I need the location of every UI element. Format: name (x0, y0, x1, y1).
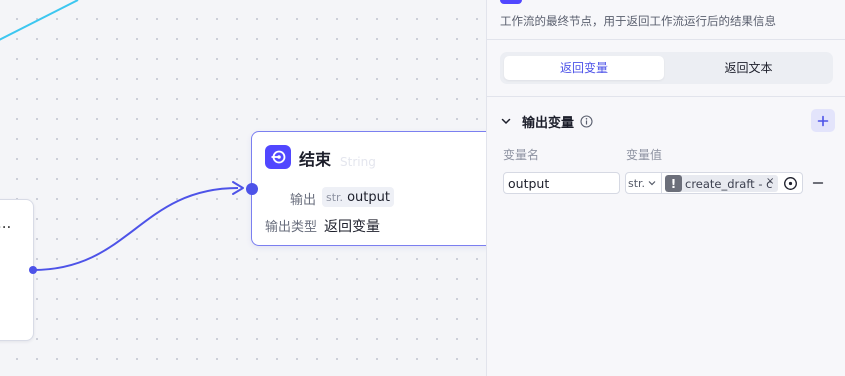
workflow-canvas[interactable]: ... 结束 String 输出 str. output 输出类型 返回变量 (0, 0, 486, 376)
remove-variable-button[interactable] (811, 176, 825, 190)
reference-text: create_draft - c (685, 176, 773, 191)
output-variables-header[interactable]: 输出变量 (500, 111, 593, 131)
node-description: 工作流的最终节点，用于返回工作流运行后的结果信息 (500, 14, 776, 28)
return-mode-tabs: 返回变量 返回文本 (500, 52, 833, 84)
tab-return-variable[interactable]: 返回变量 (504, 56, 664, 80)
more-icon[interactable]: ... (0, 216, 11, 231)
column-header-name: 变量名 (503, 148, 540, 162)
variable-type-value: str. (628, 176, 646, 190)
variable-value-reference[interactable]: ! create_draft - c × (662, 172, 803, 194)
divider (487, 96, 845, 97)
divider (487, 39, 845, 40)
column-header-value: 变量值 (626, 148, 663, 162)
tab-return-text[interactable]: 返回文本 (668, 56, 829, 80)
edge-to-end-node[interactable] (32, 187, 239, 271)
info-icon[interactable] (580, 114, 593, 128)
end-node-input-port[interactable] (246, 183, 258, 195)
output-type-label: 输出类型 (265, 220, 318, 235)
section-title: 输出变量 (522, 115, 575, 131)
end-node-icon (500, 0, 522, 4)
plus-icon (817, 115, 829, 126)
end-node-title: 结束 (299, 150, 332, 169)
edge-top[interactable] (0, 0, 79, 42)
chevron-down-icon[interactable] (500, 115, 512, 127)
output-variable-chip: str. output (322, 187, 394, 207)
output-chip-name: output (347, 189, 390, 205)
close-icon[interactable]: × (766, 176, 774, 187)
chevron-down-icon (648, 181, 656, 186)
output-chip-type: str. (326, 190, 344, 204)
ghost-label: String (340, 155, 376, 169)
properties-panel: 工作流的最终节点，用于返回工作流运行后的结果信息 返回变量 返回文本 输出变量 … (486, 0, 845, 376)
add-variable-button[interactable] (811, 109, 835, 132)
reference-chip[interactable]: ! create_draft - c (665, 175, 778, 192)
partial-node-output-port[interactable] (29, 266, 37, 274)
output-label: 输出 (290, 193, 317, 208)
output-type-value: 返回变量 (324, 219, 380, 235)
end-node-icon (265, 145, 291, 169)
end-node[interactable]: 结束 String 输出 str. output 输出类型 返回变量 (251, 131, 486, 246)
variable-type-select[interactable]: str. (625, 172, 662, 194)
warning-icon: ! (665, 175, 682, 192)
target-icon[interactable] (783, 176, 798, 191)
variable-name-input[interactable]: output (503, 172, 620, 194)
